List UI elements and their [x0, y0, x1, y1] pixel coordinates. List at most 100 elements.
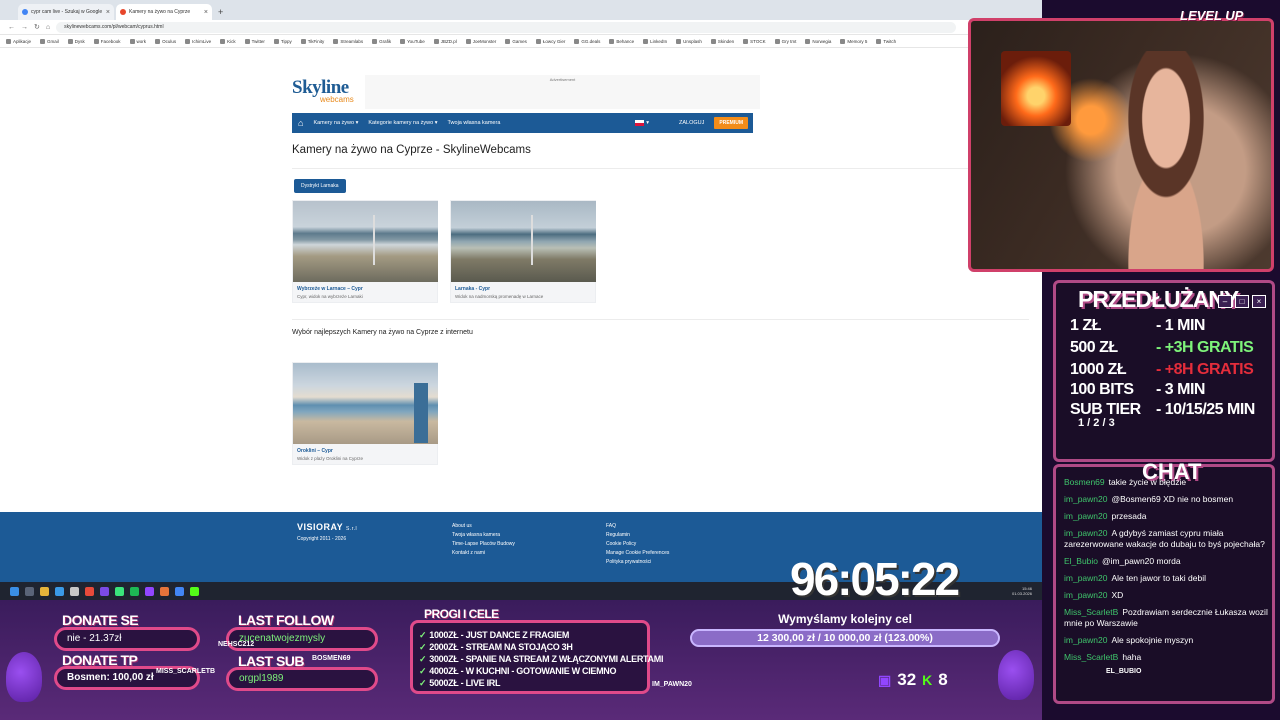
- app-icon[interactable]: [85, 586, 94, 596]
- bookmark-item[interactable]: Dysk: [67, 38, 85, 44]
- footer-link[interactable]: Time-Lapse Placów Budowy: [452, 541, 515, 547]
- chat-username[interactable]: im_pawn20: [1064, 494, 1107, 504]
- start-icon[interactable]: [10, 586, 19, 596]
- bookmark-icon: [676, 38, 682, 44]
- webcam-thumbnail[interactable]: [293, 201, 438, 282]
- language-dropdown[interactable]: ▾: [646, 120, 649, 126]
- bookmark-item[interactable]: Streamlabs: [333, 38, 363, 44]
- bookmark-item[interactable]: JoeMonster: [465, 38, 496, 44]
- webcam-title[interactable]: Oroklini – Cypr: [293, 444, 437, 454]
- app-icon[interactable]: [70, 586, 79, 596]
- chat-username[interactable]: im_pawn20: [1064, 635, 1107, 645]
- chat-message: Bosmen69 takie życie w błędzie: [1064, 477, 1270, 488]
- bookmark-item[interactable]: Gry tmt: [774, 38, 796, 44]
- footer-link[interactable]: Kontakt z nami: [452, 550, 515, 556]
- webcam-thumbnail[interactable]: [451, 201, 596, 282]
- threshold-text: 1000ZŁ - JUST DANCE Z FRAGIEM: [429, 630, 570, 640]
- chat-username[interactable]: im_pawn20: [1064, 573, 1107, 583]
- bookmark-item[interactable]: work: [129, 38, 147, 44]
- bookmark-item[interactable]: Aplikacje: [6, 38, 31, 44]
- district-button[interactable]: Dystrykt Larnaka: [294, 179, 346, 193]
- nav-live-cams[interactable]: Kamery na żywo ▾: [313, 120, 358, 126]
- bookmark-item[interactable]: Twitter: [244, 38, 265, 44]
- bookmark-label: Twitch: [883, 38, 897, 44]
- close-icon[interactable]: ×: [204, 9, 208, 16]
- chat-username[interactable]: El_Bubio: [1064, 556, 1098, 566]
- spotify-icon[interactable]: [130, 586, 139, 596]
- chrome-icon[interactable]: [175, 586, 184, 596]
- webcam-title[interactable]: Larnaka - Cypr: [451, 282, 595, 292]
- footer-link[interactable]: FAQ: [606, 523, 669, 529]
- bookmark-item[interactable]: Behance: [609, 38, 634, 44]
- bookmark-item[interactable]: YouTube: [400, 38, 425, 44]
- explorer-icon[interactable]: [40, 586, 49, 596]
- footer-link[interactable]: About us: [452, 523, 515, 529]
- chat-username[interactable]: im_pawn20: [1064, 528, 1107, 538]
- bookmark-item[interactable]: STOCK: [743, 38, 766, 44]
- chat-username[interactable]: im_pawn20: [1064, 511, 1107, 521]
- bookmark-item[interactable]: Gmail: [40, 38, 59, 44]
- footer-link[interactable]: Polityka prywatności: [606, 559, 669, 565]
- bookmark-item[interactable]: Memory 5: [840, 38, 867, 44]
- app-icon[interactable]: [55, 586, 64, 596]
- app-icon[interactable]: [160, 586, 169, 596]
- footer-link[interactable]: Twoja własna kamera: [452, 532, 515, 538]
- bookmark-item[interactable]: Twitch: [876, 38, 897, 44]
- bookmark-item[interactable]: Oculus: [155, 38, 176, 44]
- webcam-title[interactable]: Wybrzeże w Larnace – Cypr: [293, 282, 437, 292]
- back-icon[interactable]: ←: [8, 24, 15, 31]
- bookmark-item[interactable]: LinkedIn: [643, 38, 667, 44]
- tab-skyline-cyprus[interactable]: Kamery na żywo na Cyprze ×: [116, 4, 212, 20]
- bookmark-item[interactable]: Kick: [220, 38, 236, 44]
- login-link[interactable]: ZALOGUJ: [679, 120, 704, 126]
- home-icon[interactable]: ⌂: [46, 24, 50, 31]
- twitch-icon[interactable]: [145, 586, 154, 596]
- app-icon[interactable]: [115, 586, 124, 596]
- kick-icon[interactable]: [190, 586, 199, 596]
- footer-link[interactable]: Regulamin: [606, 532, 669, 538]
- bookmark-item[interactable]: Grafik: [372, 38, 391, 44]
- bookmark-item[interactable]: Tippy: [273, 38, 292, 44]
- bookmark-item[interactable]: GG.deals: [574, 38, 600, 44]
- chat-panel: CHAT Bosmen69 takie życie w błędzie im_paw…: [1053, 459, 1275, 704]
- bookmark-icon: [805, 38, 811, 44]
- bookmark-item[interactable]: TikFinity: [300, 38, 324, 44]
- bookmark-item[interactable]: IchimLive: [185, 38, 211, 44]
- check-icon: ✓: [419, 654, 427, 664]
- search-icon[interactable]: [25, 586, 34, 596]
- app-icon[interactable]: [100, 586, 109, 596]
- language-flag-icon[interactable]: [635, 120, 645, 126]
- nav-own-cam[interactable]: Twoja własna kamera: [448, 120, 501, 126]
- webcam-card[interactable]: Larnaka - Cypr Widok na nadmorską promen…: [450, 200, 596, 303]
- bookmark-item[interactable]: Skinden: [710, 38, 734, 44]
- chat-username[interactable]: Miss_ScarletB: [1064, 652, 1118, 662]
- bookmark-item[interactable]: Norwegia: [805, 38, 831, 44]
- reload-icon[interactable]: ↻: [34, 23, 40, 31]
- chat-username[interactable]: im_pawn20: [1064, 590, 1107, 600]
- skyline-logo[interactable]: Skyline webcams: [292, 78, 354, 104]
- webcam-card[interactable]: Wybrzeże w Larnace – Cypr Cypr, widok na…: [292, 200, 438, 303]
- chat-username[interactable]: Bosmen69: [1064, 477, 1105, 487]
- url-input[interactable]: skylinewebcams.com/pl/webcam/cyprus.html: [56, 21, 957, 33]
- footer-link[interactable]: Cookie Policy: [606, 541, 669, 547]
- footer-link[interactable]: Manage Cookie Preferences: [606, 550, 669, 556]
- bookmark-item[interactable]: JBZD.pl: [433, 38, 457, 44]
- bookmark-icon: [400, 38, 406, 44]
- premium-button[interactable]: PREMIUM: [714, 117, 748, 129]
- tab-google-search[interactable]: cypr cam live - Szukaj w Google ×: [18, 4, 114, 20]
- bookmark-item[interactable]: Games: [505, 38, 527, 44]
- bookmark-item[interactable]: Unsplash: [676, 38, 702, 44]
- close-icon[interactable]: ×: [106, 9, 110, 16]
- home-icon[interactable]: ⌂: [298, 118, 303, 128]
- forward-icon[interactable]: →: [21, 24, 28, 31]
- bookmark-item[interactable]: Łowcy Gier: [535, 38, 565, 44]
- nav-categories[interactable]: Kategorie kamery na żywo ▾: [368, 120, 437, 126]
- webcam-card[interactable]: Oroklini – Cypr Widok z plaży Oroklini n…: [292, 362, 438, 465]
- new-tab-icon[interactable]: +: [214, 4, 227, 20]
- chat-messages: Bosmen69 takie życie w błędzie im_pawn20 @B…: [1064, 477, 1270, 669]
- bookmark-item[interactable]: Facebook: [93, 38, 121, 44]
- chat-username[interactable]: Miss_ScarletB: [1064, 607, 1118, 617]
- viewer-name: NEHSC212: [218, 641, 255, 648]
- webcam-thumbnail[interactable]: [293, 363, 438, 444]
- bookmark-label: work: [136, 38, 147, 44]
